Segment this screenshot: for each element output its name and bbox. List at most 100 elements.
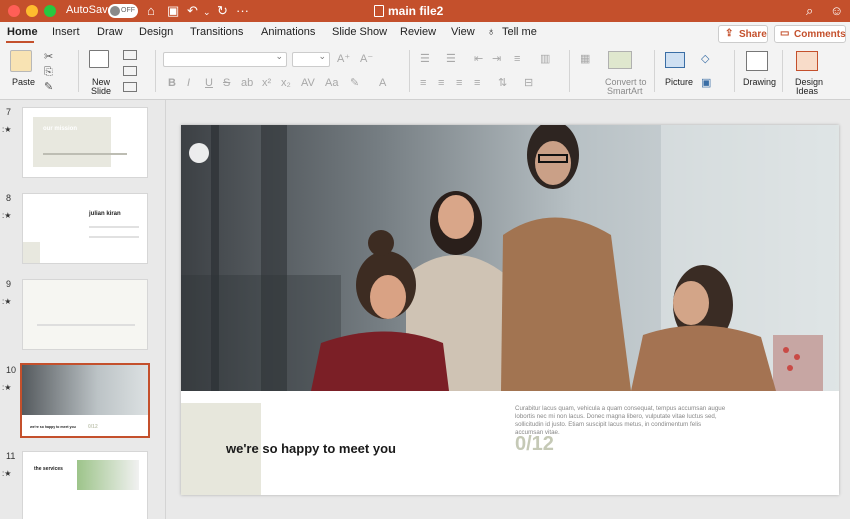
autosave-label: AutoSave — [66, 4, 114, 16]
team-photo[interactable] — [181, 125, 839, 391]
close-window-button[interactable] — [8, 5, 20, 17]
decrease-indent-icon[interactable]: ⇤ — [474, 53, 483, 65]
slide-thumbnail-9[interactable] — [22, 279, 148, 350]
bold-button[interactable]: B — [168, 77, 176, 89]
new-slide-label-line2[interactable]: Slide — [91, 86, 111, 96]
ribbon-separator — [409, 50, 410, 92]
align-center-icon[interactable]: ≡ — [438, 77, 444, 89]
character-spacing-button[interactable]: AV — [301, 77, 315, 89]
strikethrough-button[interactable]: S — [223, 77, 230, 89]
paste-label[interactable]: Paste — [12, 77, 35, 87]
thumb-text-line — [43, 153, 127, 155]
slide-thumbnail-10[interactable]: we're so happy to meet you 0/12 — [20, 363, 150, 438]
tab-slide-show[interactable]: Slide Show — [332, 26, 387, 38]
design-ideas-icon[interactable] — [796, 51, 818, 71]
comments-label: Comments — [794, 29, 846, 40]
increase-indent-icon[interactable]: ⇥ — [492, 53, 501, 65]
thumb-title: julian kiran — [89, 211, 121, 217]
smartart-icon[interactable] — [608, 51, 632, 69]
tab-view[interactable]: View — [451, 26, 475, 38]
tell-me-search[interactable]: Tell me — [502, 26, 537, 38]
slide-number: 10 — [6, 365, 17, 375]
picture-icon[interactable] — [665, 52, 685, 68]
change-case-button[interactable]: Aa — [325, 77, 338, 89]
font-name-field[interactable] — [163, 51, 287, 67]
drawing-label[interactable]: Drawing — [743, 77, 776, 87]
thumb-counter: 0/12 — [88, 424, 98, 430]
cut-icon[interactable]: ✂ — [44, 51, 53, 63]
save-icon[interactable]: ▣ — [167, 3, 179, 18]
clipboard-icon[interactable] — [10, 50, 32, 72]
slide-number: 9 — [6, 279, 12, 289]
undo-icon[interactable]: ↶ — [187, 3, 198, 18]
autosave-toggle[interactable]: OFF — [108, 4, 138, 18]
reset-icon[interactable] — [123, 66, 137, 76]
current-slide[interactable]: we're so happy to meet you Curabitur lac… — [181, 125, 839, 495]
font-color-icon[interactable]: A — [379, 77, 386, 89]
underline-button[interactable]: U — [205, 77, 213, 89]
more-icon[interactable]: ··· — [236, 3, 249, 18]
bullets-icon[interactable]: ☰ — [420, 53, 430, 65]
slide-number: 11 — [6, 451, 16, 461]
drawing-icon[interactable] — [746, 51, 768, 71]
slide-thumbnail-8[interactable]: julian kiran — [22, 193, 148, 264]
comments-button[interactable]: ▭ Comments — [774, 25, 846, 43]
ribbon-separator — [569, 50, 570, 92]
textbox-icon[interactable]: ▣ — [701, 77, 711, 89]
redo-icon[interactable]: ↻ — [217, 3, 228, 18]
tab-animations[interactable]: Animations — [261, 26, 315, 38]
align-left-icon[interactable]: ≡ — [420, 77, 426, 89]
thumb-photo — [77, 460, 139, 490]
increase-font-icon[interactable]: A⁺ — [337, 53, 350, 65]
design-ideas-label-line2[interactable]: Ideas — [796, 86, 818, 96]
thumb-photo — [22, 365, 148, 415]
tab-draw[interactable]: Draw — [97, 26, 123, 38]
text-direction-icon[interactable]: ⇅ — [498, 77, 507, 89]
format-painter-icon[interactable]: ✎ — [44, 81, 53, 93]
picture-label[interactable]: Picture — [665, 77, 693, 87]
align-text-icon[interactable]: ⊟ — [524, 77, 533, 89]
ribbon-separator — [734, 50, 735, 92]
subscript-button[interactable]: x₂ — [281, 77, 291, 89]
justify-icon[interactable]: ≡ — [474, 77, 480, 89]
comment-icon: ▭ — [780, 28, 790, 39]
italic-button[interactable]: I — [187, 77, 190, 89]
lightbulb-icon: ♁ — [487, 26, 496, 38]
align-right-icon[interactable]: ≡ — [456, 77, 462, 89]
tab-design[interactable]: Design — [139, 26, 173, 38]
thumb-title: our mission — [43, 126, 78, 132]
search-icon[interactable]: ⌕ — [806, 3, 813, 18]
tab-insert[interactable]: Insert — [52, 26, 80, 38]
share-icon: ⇪ — [725, 28, 734, 39]
tab-review[interactable]: Review — [400, 26, 436, 38]
numbering-icon[interactable]: ☰ — [446, 53, 456, 65]
tab-home[interactable]: Home — [7, 26, 38, 38]
zoom-window-button[interactable] — [44, 5, 56, 17]
minimize-window-button[interactable] — [26, 5, 38, 17]
smiley-icon[interactable]: ☺ — [830, 3, 843, 18]
layout-icon[interactable] — [123, 50, 137, 60]
slide-thumbnail-7[interactable]: our mission — [22, 107, 148, 178]
home-icon[interactable]: ⌂ — [147, 3, 155, 18]
decrease-font-icon[interactable]: A⁻ — [360, 53, 373, 65]
copy-icon[interactable]: ⎘ — [44, 66, 53, 78]
line-spacing-icon[interactable]: ≡ — [514, 53, 520, 65]
convert-smartart-label-line2[interactable]: SmartArt — [607, 86, 643, 96]
powerpoint-window: AutoSave OFF ⌂ ▣ ↶ ⌄ ↻ ··· main file2 ⌕ … — [0, 0, 850, 519]
share-button[interactable]: ⇪ Share — [718, 25, 768, 43]
slide-tagline[interactable]: we're so happy to meet you — [226, 441, 396, 456]
section-icon[interactable] — [123, 82, 137, 92]
clear-format-button[interactable]: ab — [241, 77, 253, 89]
thumb-beige-panel — [33, 117, 111, 167]
undo-dropdown-icon[interactable]: ⌄ — [203, 5, 211, 20]
shapes-icon[interactable]: ◇ — [701, 53, 709, 65]
tab-transitions[interactable]: Transitions — [190, 26, 243, 38]
highlight-icon[interactable]: ✎ — [350, 77, 359, 89]
superscript-button[interactable]: x² — [262, 77, 271, 89]
slide-counter[interactable]: 0/12 — [515, 433, 554, 456]
columns-icon[interactable]: ▥ — [540, 53, 550, 65]
slide-thumbnail-11[interactable]: the services — [22, 451, 148, 519]
align-objects-icon[interactable]: ▦ — [580, 53, 590, 65]
font-size-field[interactable] — [292, 51, 330, 67]
new-slide-icon[interactable] — [89, 50, 109, 68]
